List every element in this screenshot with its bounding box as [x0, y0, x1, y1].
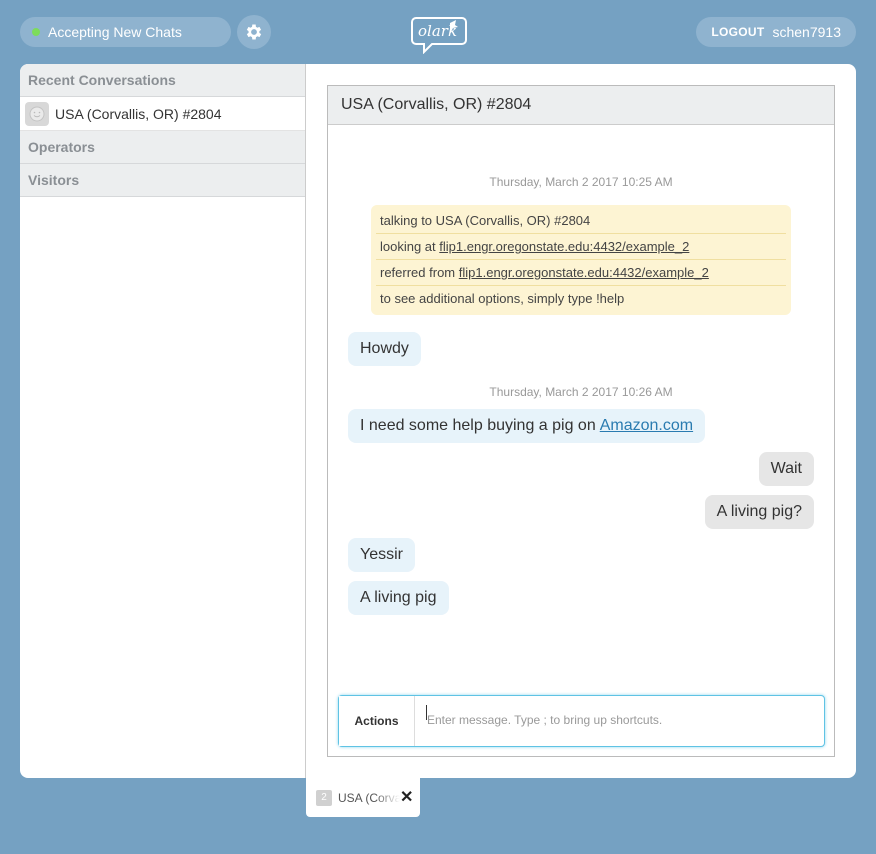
chat-title: USA (Corvallis, OR) #2804: [328, 86, 834, 125]
visitor-message: I need some help buying a pig on Amazon.…: [348, 409, 706, 443]
status-label: Accepting New Chats: [48, 24, 182, 40]
status-toggle[interactable]: Accepting New Chats: [20, 17, 231, 47]
amazon-link[interactable]: Amazon.com: [600, 417, 693, 435]
message-input[interactable]: [415, 696, 824, 736]
close-icon[interactable]: ✕: [400, 789, 413, 806]
message-composer: Actions: [338, 695, 825, 747]
logo-text: olark: [418, 22, 457, 40]
info-looking-at-prefix: looking at: [380, 239, 436, 254]
timestamp: Thursday, March 2 2017 10:25 AM: [489, 175, 673, 189]
smiley-avatar-icon: [25, 101, 49, 126]
unread-count-badge: 2: [316, 789, 332, 806]
settings-button[interactable]: [237, 15, 271, 49]
logout-label: LOGOUT: [711, 25, 765, 39]
info-looking-at: looking at flip1.engr.oregonstate.edu:44…: [376, 234, 786, 260]
chat-window: USA (Corvallis, OR) #2804 Thursday, Marc…: [327, 85, 835, 757]
text-caret: [426, 705, 427, 720]
conversation-label: USA (Corvallis, OR) #2804: [55, 105, 222, 122]
info-help-hint: to see additional options, simply type !…: [380, 291, 625, 306]
visitor-message: A living pig: [348, 581, 449, 615]
visitors-header[interactable]: Visitors: [20, 164, 305, 197]
timestamp: Thursday, March 2 2017 10:26 AM: [489, 385, 673, 399]
gear-icon: [246, 24, 262, 40]
visitor-message: Howdy: [348, 332, 421, 366]
conversation-item[interactable]: USA (Corvallis, OR) #2804: [20, 97, 305, 131]
chat-tab-label: USA (Corvallis, OR) #2804: [338, 790, 400, 805]
operator-message: Wait: [758, 452, 814, 486]
info-referred-from: referred from flip1.engr.oregonstate.edu…: [376, 260, 786, 286]
info-referred-prefix: referred from: [380, 265, 456, 280]
operators-header[interactable]: Operators: [20, 131, 305, 164]
visitor-info-box: talking to USA (Corvallis, OR) #2804 loo…: [371, 205, 791, 315]
operator-message: A living pig?: [704, 495, 814, 529]
status-dot: [32, 28, 40, 36]
username: schen7913: [772, 24, 841, 40]
referred-from-link[interactable]: flip1.engr.oregonstate.edu:4432/example_…: [459, 265, 709, 280]
message-text: I need some help buying a pig on: [360, 417, 596, 434]
actions-button[interactable]: Actions: [339, 696, 415, 746]
info-talking-to: talking to USA (Corvallis, OR) #2804: [376, 208, 786, 234]
looking-at-link[interactable]: flip1.engr.oregonstate.edu:4432/example_…: [439, 239, 689, 254]
visitor-message: Yessir: [348, 538, 415, 572]
logout-button[interactable]: LOGOUT schen7913: [696, 17, 856, 47]
chat-tab[interactable]: 2 USA (Corvallis, OR) #2804 ✕: [306, 778, 420, 817]
recent-conversations-header[interactable]: Recent Conversations: [20, 64, 305, 97]
sidebar: Recent Conversations USA (Corvallis, OR)…: [20, 64, 306, 778]
olark-logo: olark: [410, 14, 468, 55]
